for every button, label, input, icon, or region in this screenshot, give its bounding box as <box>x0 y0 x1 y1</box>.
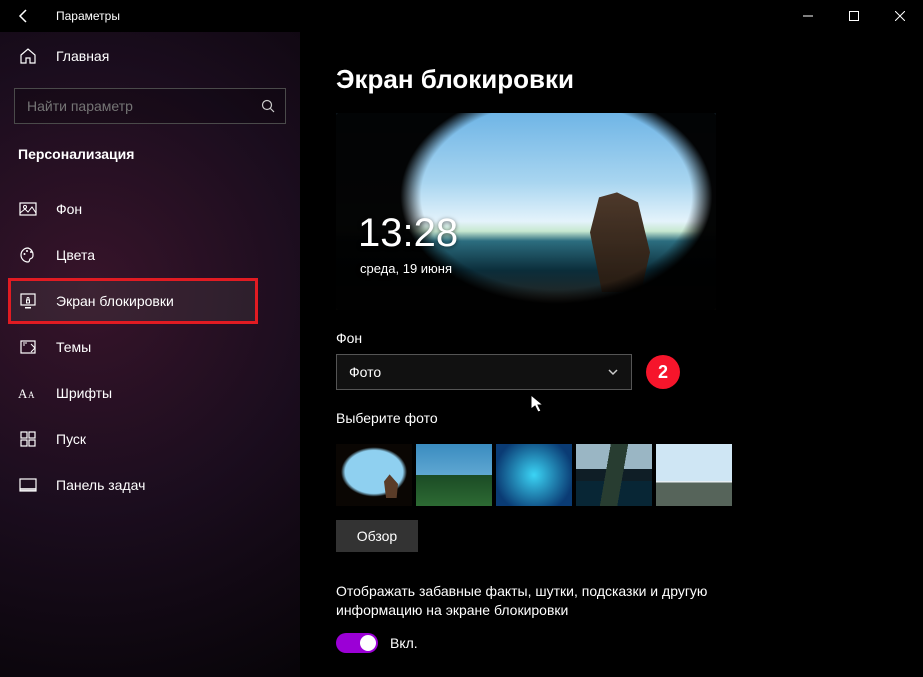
background-dropdown[interactable]: Фото <box>336 354 632 390</box>
nav-label: Фон <box>56 201 82 217</box>
nav-label: Темы <box>56 339 91 355</box>
svg-text:A: A <box>28 390 35 400</box>
titlebar: Параметры <box>0 0 923 32</box>
lockscreen-preview: 13:28 среда, 19 июня <box>336 113 716 310</box>
nav-item-background[interactable]: Фон <box>0 186 300 232</box>
preview-time: 13:28 <box>358 211 458 256</box>
sidebar: Главная Персонализация Фон <box>0 32 300 677</box>
section-title: Персонализация <box>0 124 300 170</box>
preview-date: среда, 19 июня <box>360 261 452 276</box>
window-title: Параметры <box>56 9 120 23</box>
fonts-icon: AA <box>18 383 38 403</box>
search-input[interactable] <box>25 97 261 115</box>
dropdown-value: Фото <box>349 364 381 380</box>
lockscreen-icon <box>18 291 38 311</box>
facts-toggle[interactable] <box>336 633 378 653</box>
background-label: Фон <box>336 330 899 346</box>
chevron-down-icon <box>607 366 619 378</box>
home-nav-item[interactable]: Главная <box>0 36 300 76</box>
browse-button[interactable]: Обзор <box>336 520 418 552</box>
nav-label: Шрифты <box>56 385 112 401</box>
content-pane: Экран блокировки 13:28 среда, 19 июня Фо… <box>300 32 923 677</box>
close-button[interactable] <box>877 0 923 32</box>
nav-item-colors[interactable]: Цвета <box>0 232 300 278</box>
search-box[interactable] <box>14 88 286 124</box>
picture-icon <box>18 199 38 219</box>
photo-thumbnail[interactable] <box>416 444 492 506</box>
photo-thumbnails <box>336 444 899 506</box>
nav-item-start[interactable]: Пуск <box>0 416 300 462</box>
nav-label: Панель задач <box>56 477 145 493</box>
palette-icon <box>18 245 38 265</box>
home-label: Главная <box>56 48 109 64</box>
annotation-badge: 2 <box>646 355 680 389</box>
nav-item-fonts[interactable]: AA Шрифты <box>0 370 300 416</box>
nav-item-themes[interactable]: Темы <box>0 324 300 370</box>
home-icon <box>18 46 38 66</box>
nav-label: Пуск <box>56 431 86 447</box>
photo-thumbnail[interactable] <box>496 444 572 506</box>
minimize-button[interactable] <box>785 0 831 32</box>
photo-thumbnail[interactable] <box>576 444 652 506</box>
nav-item-taskbar[interactable]: Панель задач <box>0 462 300 508</box>
nav-label: Экран блокировки <box>56 293 174 309</box>
nav-item-lockscreen[interactable]: Экран блокировки <box>8 278 258 324</box>
taskbar-icon <box>18 475 38 495</box>
back-button[interactable] <box>0 0 48 32</box>
photo-thumbnail[interactable] <box>336 444 412 506</box>
maximize-button[interactable] <box>831 0 877 32</box>
photo-thumbnail[interactable] <box>656 444 732 506</box>
start-icon <box>18 429 38 449</box>
settings-window: Параметры Главная <box>0 0 923 677</box>
svg-text:A: A <box>18 386 28 401</box>
page-heading: Экран блокировки <box>336 64 899 95</box>
themes-icon <box>18 337 38 357</box>
search-icon <box>261 99 275 113</box>
facts-toggle-description: Отображать забавные факты, шутки, подска… <box>336 582 776 621</box>
nav-label: Цвета <box>56 247 95 263</box>
window-controls <box>785 0 923 32</box>
nav-list: Фон Цвета Экран блокировки <box>0 186 300 508</box>
toggle-state-label: Вкл. <box>390 635 418 651</box>
choose-photo-label: Выберите фото <box>336 410 899 426</box>
